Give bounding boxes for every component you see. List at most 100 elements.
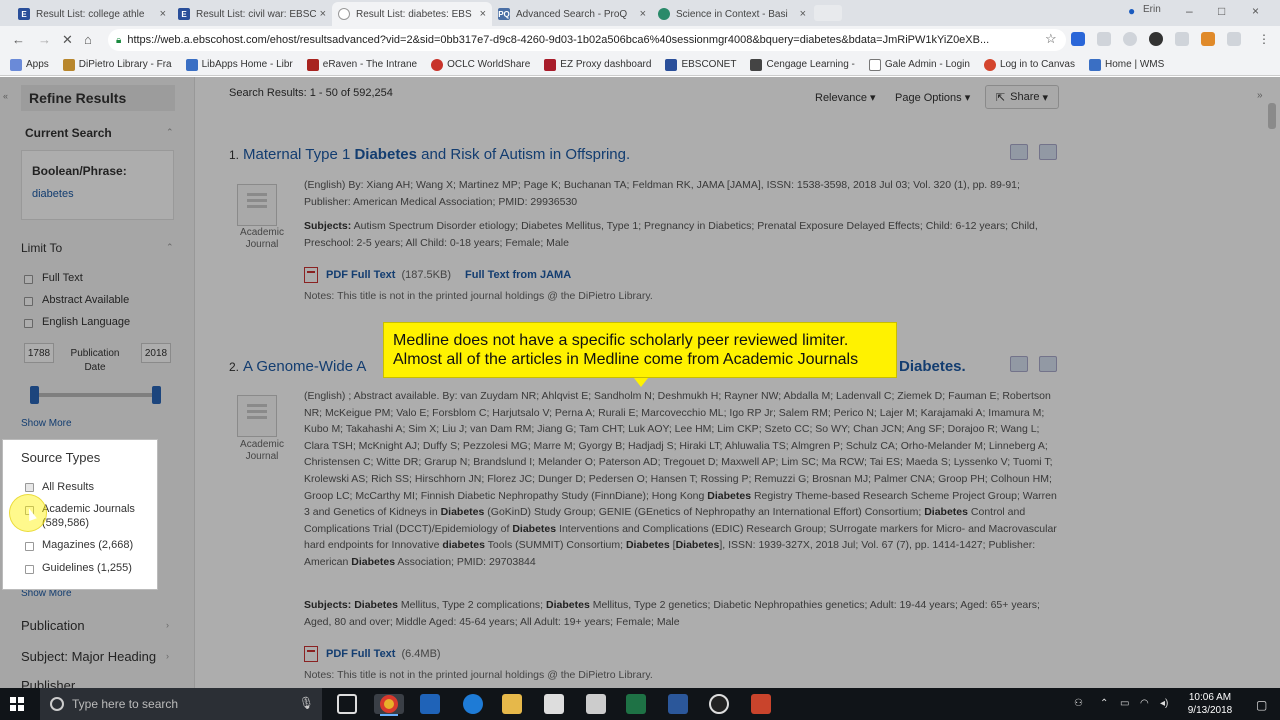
browser-tab[interactable]: PQ Advanced Search - ProQ × <box>492 2 652 26</box>
bookmark-label: EZ Proxy dashboard <box>560 59 652 70</box>
callout-text: Almost all of the articles in Medline co… <box>393 351 859 368</box>
source-types-heading[interactable]: Source Types <box>21 450 100 465</box>
word-icon[interactable] <box>668 694 688 714</box>
bookmark-item[interactable]: LibApps Home - Libr <box>185 58 293 71</box>
address-bar[interactable]: 🔒︎ https://web.a.ebscohost.com/ehost/res… <box>108 29 1066 51</box>
excel-icon[interactable] <box>626 694 646 714</box>
profile-icon[interactable]: ● <box>1128 4 1135 18</box>
close-icon[interactable]: × <box>800 8 806 20</box>
back-arrow-icon[interactable]: ← <box>12 32 25 47</box>
windows-taskbar: Type here to search 🎙︎ ⚇ ⌃ ▭ ◠ ◂) 10:06 … <box>0 688 1280 720</box>
tab-title: Science in Context - Basi <box>676 8 788 20</box>
bookmark-item[interactable]: Cengage Learning - <box>750 58 855 71</box>
stop-loading-icon[interactable]: ✕ <box>62 32 73 48</box>
maximize-icon[interactable]: □ <box>1218 4 1225 18</box>
all-results-checkbox[interactable] <box>25 483 34 492</box>
ebsco-icon: E <box>178 8 190 20</box>
source-type-label: All Results <box>42 481 94 493</box>
media-icon[interactable] <box>709 694 729 714</box>
tab-title: Result List: diabetes: EBS <box>356 8 472 20</box>
extension-icon[interactable] <box>1175 32 1189 46</box>
proquest-icon: PQ <box>498 8 510 20</box>
bookmark-item[interactable]: OCLC WorldShare <box>431 58 531 71</box>
browser-toolbar: ← → ✕ ⌂ 🔒︎ https://web.a.ebscohost.com/e… <box>0 26 1280 54</box>
extension-icon[interactable] <box>1097 32 1111 46</box>
ezproxy-icon <box>544 58 557 71</box>
volume-icon[interactable]: ◂) <box>1160 698 1168 709</box>
clock-time: 10:06 AM <box>1188 692 1232 703</box>
magazines-checkbox[interactable] <box>25 542 34 551</box>
extension-icon[interactable] <box>1123 32 1137 46</box>
bookmark-label: EBSCONET <box>681 59 737 70</box>
page-icon <box>868 58 881 71</box>
browser-tab[interactable]: E Result List: college athle × <box>12 2 172 26</box>
browser-tab[interactable]: E Result List: civil war: EBSC × <box>172 2 332 26</box>
outlook-icon[interactable] <box>420 694 440 714</box>
extension-icon[interactable] <box>1149 32 1163 46</box>
bookmark-label: Cengage Learning - <box>766 59 855 70</box>
extension-icon[interactable] <box>1201 32 1215 46</box>
browser-tab-active[interactable]: Result List: diabetes: EBS × <box>332 2 492 26</box>
extension-icon[interactable] <box>1071 32 1085 46</box>
wms-icon <box>1089 58 1101 71</box>
close-icon[interactable]: × <box>320 8 326 20</box>
people-icon[interactable]: ⚇ <box>1074 698 1083 709</box>
file-explorer-icon[interactable] <box>502 694 522 714</box>
close-icon[interactable]: × <box>160 8 166 20</box>
ebsconet-icon <box>665 58 678 71</box>
search-placeholder: Type here to search <box>72 697 179 711</box>
powerpoint-icon[interactable] <box>751 694 771 714</box>
wifi-icon[interactable]: ◠ <box>1140 698 1149 709</box>
window-close-icon[interactable]: × <box>1252 4 1259 18</box>
bookmark-item[interactable]: Gale Admin - Login <box>868 58 970 71</box>
bookmark-label: OCLC WorldShare <box>447 59 531 70</box>
store-icon[interactable] <box>544 694 564 714</box>
tab-title: Advanced Search - ProQ <box>516 8 628 20</box>
edge-icon[interactable] <box>463 694 483 714</box>
bookmarks-bar: Apps DiPietro Library - Fra LibApps Home… <box>0 54 1280 76</box>
dipietro-icon <box>62 58 75 71</box>
extension-icon[interactable] <box>1227 32 1241 46</box>
clock-date: 9/13/2018 <box>1187 705 1233 716</box>
bookmark-item[interactable]: Home | WMS <box>1089 58 1164 71</box>
apps-icon <box>10 58 22 71</box>
chevron-up-icon[interactable]: ⌃ <box>1100 698 1108 709</box>
mail-icon[interactable] <box>586 694 606 714</box>
notifications-icon[interactable]: ▢ <box>1256 698 1267 712</box>
profile-name[interactable]: Erin <box>1143 4 1161 15</box>
browser-tab[interactable]: Science in Context - Basi × <box>652 2 812 26</box>
eraven-icon <box>306 58 319 71</box>
microphone-icon[interactable]: 🎙︎ <box>299 696 314 710</box>
tutorial-callout: Medline does not have a specific scholar… <box>383 322 897 387</box>
bookmark-item[interactable]: Log in to Canvas <box>983 58 1075 71</box>
source-type-label: Academic Journals (589,586) <box>42 503 135 529</box>
source-type-label: Magazines (2,668) <box>42 539 134 551</box>
taskbar-clock[interactable]: 10:06 AM 9/13/2018 <box>1180 691 1240 717</box>
windows-start-icon[interactable] <box>10 697 24 711</box>
bookmark-item[interactable]: EZ Proxy dashboard <box>544 58 652 71</box>
network-icon[interactable]: ▭ <box>1120 698 1129 709</box>
bookmark-label: Log in to Canvas <box>999 59 1075 70</box>
taskbar-search-box[interactable]: Type here to search 🎙︎ <box>40 688 322 720</box>
chrome-menu-icon[interactable]: ⋮ <box>1258 32 1270 46</box>
home-icon[interactable]: ⌂ <box>84 32 92 47</box>
bookmark-label: eRaven - The Intrane <box>322 59 418 70</box>
bookmark-item[interactable]: DiPietro Library - Fra <box>62 58 172 71</box>
libapps-icon <box>185 58 198 71</box>
bookmark-item[interactable]: Apps <box>10 58 49 71</box>
browser-tab-strip: E Result List: college athle × E Result … <box>0 0 1280 26</box>
new-tab-button[interactable] <box>814 5 842 21</box>
bookmark-item[interactable]: EBSCONET <box>665 58 737 71</box>
close-icon[interactable]: × <box>640 8 646 20</box>
chrome-app-button[interactable] <box>374 694 404 714</box>
bookmark-star-icon[interactable]: ☆ <box>1045 31 1057 47</box>
source-type-label: Guidelines (1,255) <box>42 562 132 574</box>
forward-arrow-icon[interactable]: → <box>38 32 51 47</box>
close-icon[interactable]: × <box>480 8 486 20</box>
task-view-icon[interactable] <box>337 694 357 714</box>
oclc-icon <box>431 58 444 71</box>
minimize-icon[interactable]: – <box>1186 4 1193 18</box>
bookmark-label: Gale Admin - Login <box>884 59 970 70</box>
guidelines-checkbox[interactable] <box>25 565 34 574</box>
bookmark-item[interactable]: eRaven - The Intrane <box>306 58 418 71</box>
